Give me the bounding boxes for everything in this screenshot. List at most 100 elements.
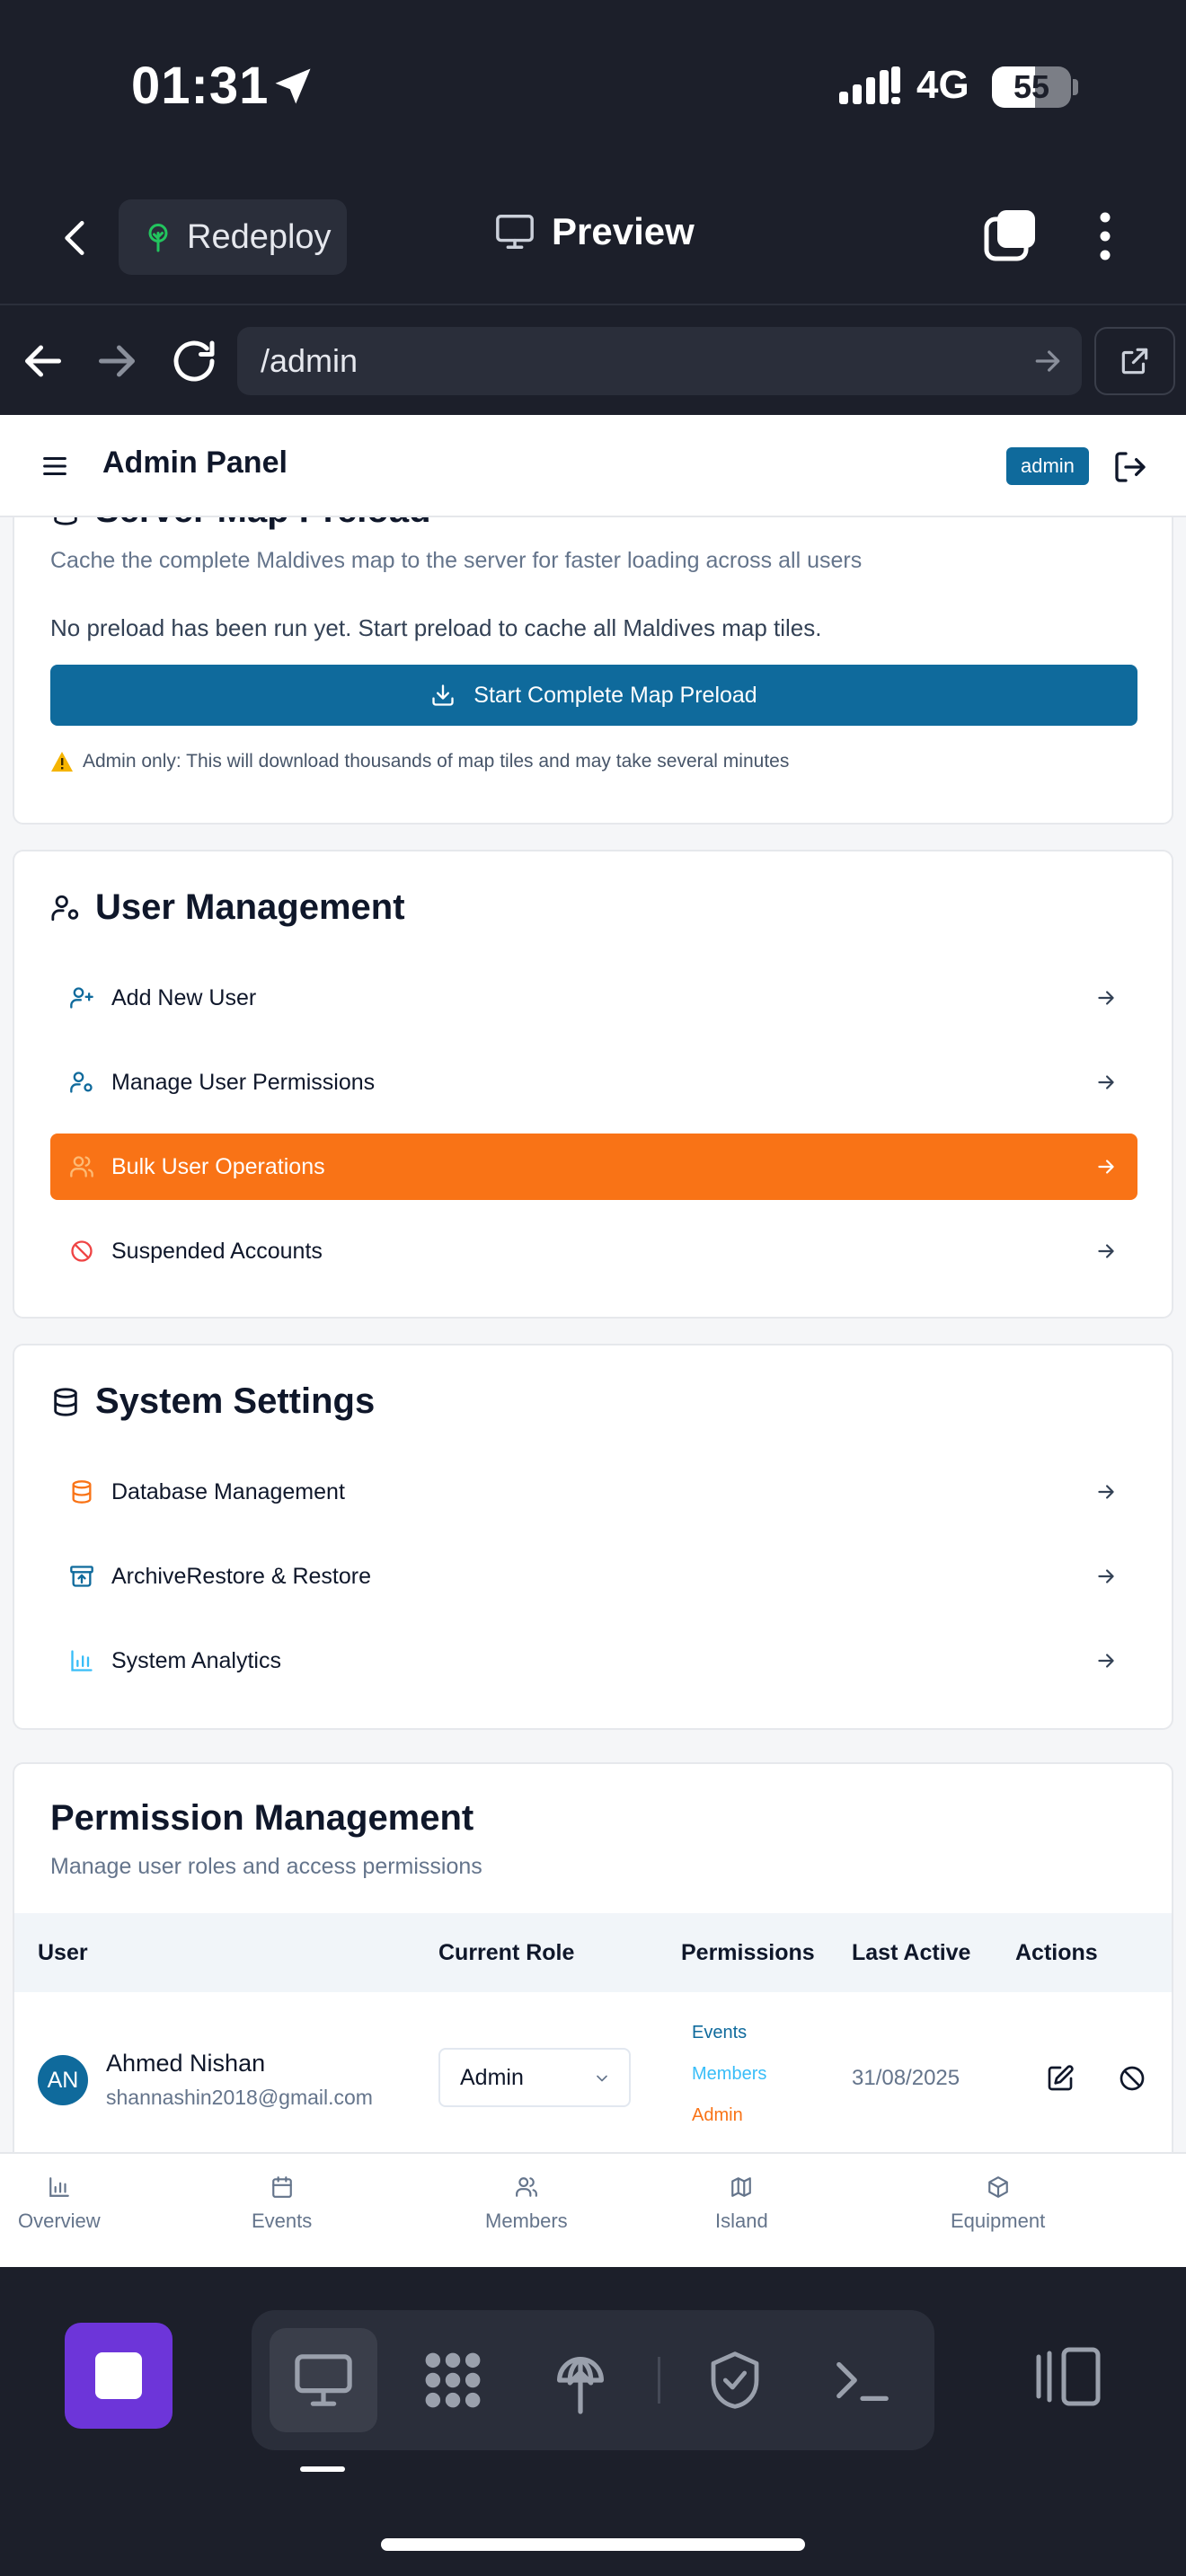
- chevron-down-icon: [597, 2075, 607, 2082]
- url-bar: [237, 327, 1082, 395]
- package-icon: [987, 2176, 1008, 2198]
- column-header-user: User: [38, 1940, 88, 1965]
- permission-management-title: Permission Management: [50, 1798, 474, 1838]
- download-icon: [432, 684, 454, 706]
- browser-forward-icon[interactable]: [90, 334, 144, 388]
- ide-dock-area: [0, 2267, 1186, 2576]
- globe-upload-icon: [557, 2357, 604, 2414]
- more-vertical-icon[interactable]: [1087, 208, 1123, 264]
- permission-tag-admin: Admin: [692, 2105, 743, 2125]
- role-badge: admin: [1006, 447, 1089, 485]
- back-chevron-icon[interactable]: [54, 214, 99, 262]
- system-analytics-item[interactable]: System Analytics: [50, 1628, 1137, 1694]
- browser-back-icon[interactable]: [16, 334, 70, 388]
- tabs-icon[interactable]: [983, 208, 1039, 264]
- signal-icon: [839, 66, 900, 104]
- users-icon: [70, 1156, 93, 1178]
- archive-restore-label: ArchiveRestore & Restore: [111, 1563, 372, 1589]
- stop-icon: [95, 2352, 142, 2399]
- arrow-right-icon: [1098, 1075, 1114, 1090]
- system-analytics-label: System Analytics: [111, 1647, 281, 1673]
- system-settings-card: System Settings Database Management Arch…: [13, 1344, 1173, 1730]
- archive-restore-item[interactable]: ArchiveRestore & Restore: [50, 1543, 1137, 1610]
- start-preload-button[interactable]: Start Complete Map Preload: [50, 665, 1137, 726]
- reload-icon[interactable]: [167, 334, 221, 388]
- dock-apps[interactable]: [399, 2328, 507, 2432]
- role-select-value: Admin: [460, 2065, 524, 2090]
- bar-chart-icon: [71, 1650, 93, 1672]
- browser-toolbar: [0, 307, 1186, 415]
- location-arrow-icon: [275, 68, 311, 104]
- system-settings-title: System Settings: [95, 1381, 376, 1421]
- user-management-title-row: User Management: [50, 887, 405, 928]
- server-map-preload-card: Server Map Preload Cache the complete Ma…: [13, 490, 1173, 825]
- permission-tag-events: Events: [692, 2023, 748, 2042]
- column-header-last-active: Last Active: [852, 1940, 971, 1965]
- user-management-title: User Management: [95, 887, 405, 927]
- suspended-accounts-item[interactable]: Suspended Accounts: [50, 1218, 1137, 1284]
- nav-island-label: Island: [715, 2210, 768, 2232]
- open-external-button[interactable]: [1094, 327, 1175, 395]
- apps-grid-icon: [425, 2352, 481, 2408]
- page-title: Admin Panel: [102, 446, 288, 480]
- calendar-icon: [271, 2176, 292, 2198]
- web-content: Admin Panel admin Server Map Preload Cac…: [0, 415, 1186, 2267]
- user-cog-icon: [51, 895, 79, 921]
- arrow-right-icon: [1098, 991, 1114, 1005]
- ide-dock: [252, 2310, 934, 2450]
- deploy-tree-icon: [148, 224, 168, 252]
- nav-island[interactable]: Island: [715, 2175, 768, 2233]
- bar-chart-icon: [49, 2177, 69, 2197]
- user-cog-icon: [70, 1072, 93, 1093]
- dock-preview[interactable]: [270, 2328, 377, 2432]
- bulk-user-operations-item[interactable]: Bulk User Operations: [50, 1134, 1137, 1200]
- bulk-user-operations-label: Bulk User Operations: [111, 1153, 325, 1179]
- avatar: AN: [38, 2055, 88, 2105]
- hamburger-menu-icon[interactable]: [40, 451, 70, 481]
- battery-icon: 55: [992, 66, 1071, 108]
- add-new-user-item[interactable]: Add New User: [50, 965, 1137, 1031]
- warning-icon: [51, 752, 73, 772]
- edit-icon[interactable]: [1046, 2064, 1075, 2093]
- shield-check-icon: [711, 2351, 759, 2409]
- map-icon: [731, 2177, 752, 2197]
- database-management-item[interactable]: Database Management: [50, 1459, 1137, 1525]
- nav-events-label: Events: [252, 2210, 313, 2232]
- monitor-icon: [496, 215, 534, 249]
- start-preload-label: Start Complete Map Preload: [474, 682, 757, 708]
- arrow-right-icon: [1098, 1654, 1114, 1668]
- admin-topbar: Admin Panel admin: [0, 415, 1186, 517]
- nav-events[interactable]: Events: [252, 2175, 312, 2233]
- admin-warning: Admin only: This will download thousands…: [50, 751, 789, 772]
- dock-deploy[interactable]: [527, 2328, 634, 2432]
- nav-equipment[interactable]: Equipment: [951, 2175, 1045, 2233]
- ban-icon[interactable]: [1118, 2064, 1146, 2093]
- ban-icon: [71, 1240, 93, 1262]
- redeploy-button[interactable]: Redeploy: [119, 199, 347, 275]
- logout-icon[interactable]: [1112, 449, 1148, 485]
- user-plus-icon: [70, 987, 93, 1009]
- table-row: AN Ahmed Nishan shannashin2018@gmail.com…: [14, 1992, 1172, 2154]
- active-indicator: [300, 2466, 345, 2472]
- home-indicator: [381, 2538, 805, 2551]
- dock-terminal[interactable]: [809, 2328, 916, 2432]
- dock-security[interactable]: [681, 2328, 789, 2432]
- database-icon: [72, 1480, 92, 1504]
- arrow-right-icon: [1098, 1569, 1114, 1584]
- nav-members[interactable]: Members: [485, 2175, 568, 2233]
- user-management-card: User Management Add New User Manage User…: [13, 850, 1173, 1319]
- bottom-nav: Overview Events Members Island Equipment: [0, 2152, 1186, 2267]
- nav-overview[interactable]: Overview: [18, 2175, 101, 2233]
- database-icon: [54, 1387, 77, 1416]
- nav-members-label: Members: [485, 2210, 568, 2232]
- url-input[interactable]: [261, 327, 997, 395]
- status-time: 01:31: [131, 57, 270, 115]
- column-header-role: Current Role: [438, 1940, 575, 1965]
- manage-permissions-item[interactable]: Manage User Permissions: [50, 1049, 1137, 1116]
- split-layout-icon[interactable]: [1033, 2344, 1105, 2409]
- role-select[interactable]: Admin: [438, 2048, 631, 2107]
- terminal-icon: [836, 2361, 889, 2402]
- preload-status: No preload has been run yet. Start prelo…: [50, 614, 822, 641]
- stop-button[interactable]: [65, 2323, 173, 2429]
- go-arrow-icon[interactable]: [1030, 343, 1066, 379]
